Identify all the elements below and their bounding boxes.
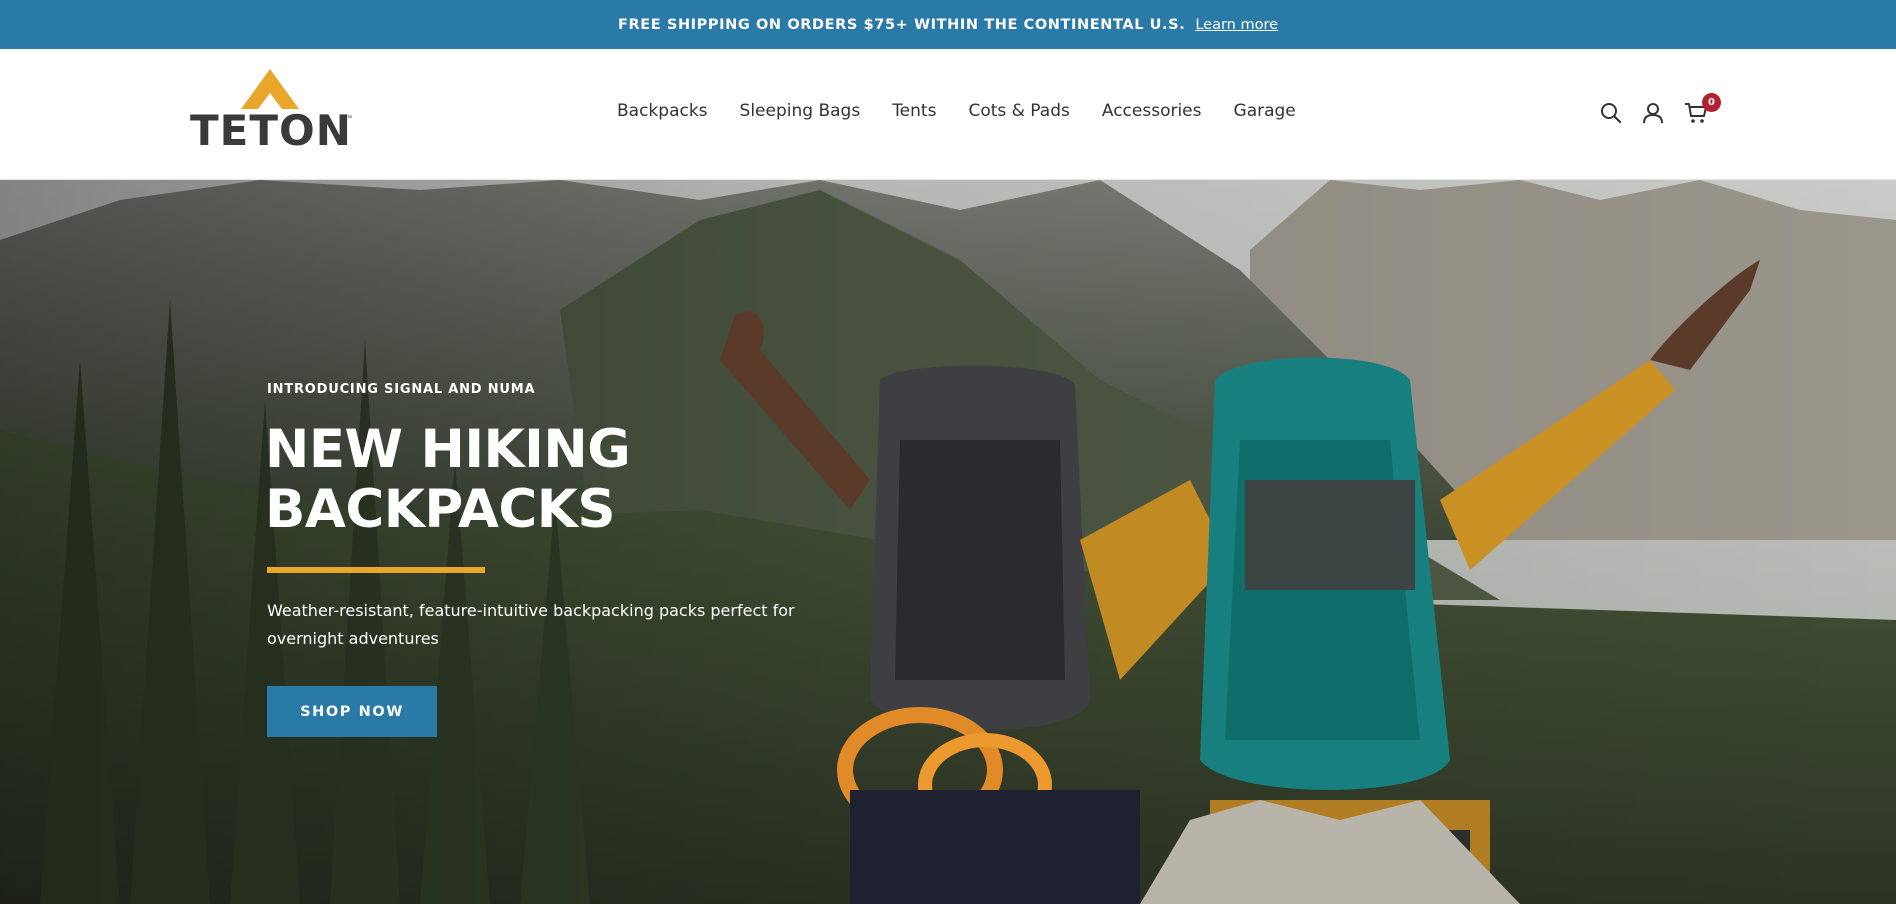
learn-more-link[interactable]: Learn more (1195, 17, 1278, 33)
shop-now-button[interactable]: SHOP NOW (267, 686, 437, 737)
hero-title: NEW HIKING BACKPACKS (265, 420, 865, 540)
nav-tents[interactable]: Tents (892, 101, 936, 121)
announcement-text: FREE SHIPPING ON ORDERS $75+ WITHIN THE … (617, 16, 1186, 33)
account-icon[interactable] (1642, 102, 1664, 124)
hero-banner: INTRODUCING SIGNAL AND NUMA NEW HIKING B… (0, 180, 1896, 904)
teton-logo[interactable]: TETON ™ (190, 69, 352, 169)
nav-backpacks[interactable]: Backpacks (617, 101, 708, 121)
logo-trademark: ™ (345, 115, 352, 122)
announcement-bar: FREE SHIPPING ON ORDERS $75+ WITHIN THE … (0, 0, 1896, 49)
site-header: TETON ™ Backpacks Sleeping Bags Tents Co… (0, 49, 1896, 180)
cart-icon[interactable]: 0 (1684, 93, 1721, 124)
hero-eyebrow: INTRODUCING SIGNAL AND NUMA (267, 382, 536, 397)
hero-background-image (0, 180, 1896, 904)
nav-accessories[interactable]: Accessories (1102, 101, 1202, 121)
main-nav: Backpacks Sleeping Bags Tents Cots & Pad… (617, 101, 1296, 121)
search-icon[interactable] (1600, 102, 1622, 124)
nav-sleeping-bags[interactable]: Sleeping Bags (740, 101, 861, 121)
cart-count-badge: 0 (1702, 93, 1721, 112)
hero-description: Weather-resistant, feature-intuitive bac… (267, 601, 795, 648)
hero-title-line1: NEW HIKING (265, 419, 631, 480)
hero-title-line2: BACKPACKS (265, 479, 616, 540)
nav-garage[interactable]: Garage (1234, 101, 1296, 121)
nav-cots-pads[interactable]: Cots & Pads (968, 101, 1069, 121)
logo-wordmark: TETON (190, 106, 352, 155)
hero-accent-rule (267, 567, 485, 573)
header-actions: 0 (1600, 93, 1721, 124)
logo-mountain-icon (241, 69, 299, 109)
